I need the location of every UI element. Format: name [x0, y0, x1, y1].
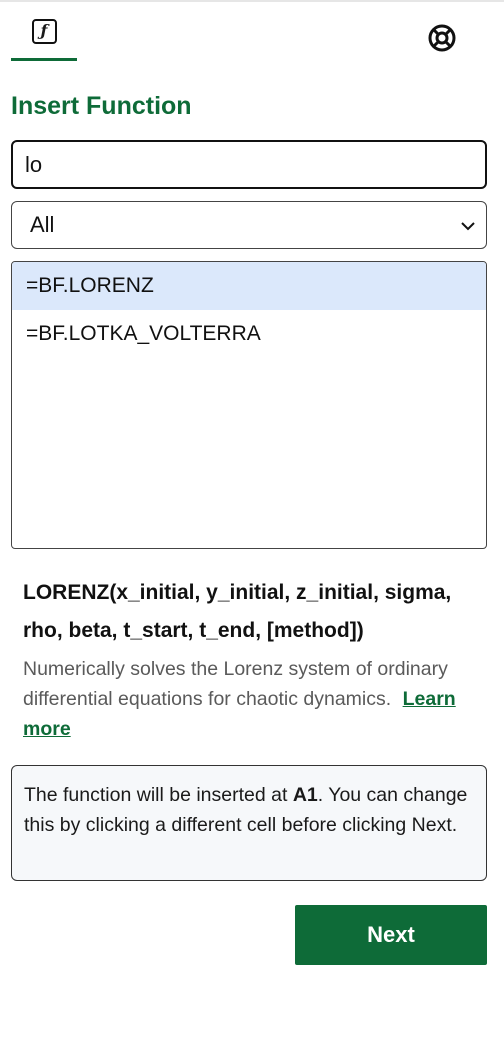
lifebuoy-icon [428, 24, 456, 52]
function-results-list[interactable]: =BF.LORENZ =BF.LOTKA_VOLTERRA [11, 261, 487, 549]
list-item[interactable]: =BF.LORENZ [12, 262, 486, 310]
search-input[interactable] [11, 140, 487, 189]
category-selected-value: All [30, 212, 55, 237]
tab-insert-function[interactable]: ƒ [11, 2, 77, 61]
list-item[interactable]: =BF.LOTKA_VOLTERRA [12, 310, 486, 358]
category-select[interactable]: All [11, 201, 487, 249]
tab-bar: ƒ [0, 2, 504, 62]
notice-prefix: The function will be inserted at [24, 784, 293, 806]
active-tab-indicator [11, 58, 77, 61]
target-cell: A1 [292, 784, 318, 806]
insert-location-notice: The function will be inserted at A1. You… [11, 765, 487, 881]
function-icon: ƒ [31, 18, 57, 44]
next-button[interactable]: Next [295, 905, 487, 965]
page-title: Insert Function [11, 92, 192, 120]
description-text: Numerically solves the Lorenz system of … [23, 658, 448, 710]
tab-help[interactable] [424, 20, 460, 56]
chevron-down-icon [461, 222, 475, 231]
function-description: Numerically solves the Lorenz system of … [23, 654, 478, 744]
function-signature: LORENZ(x_initial, y_initial, z_initial, … [23, 581, 452, 642]
